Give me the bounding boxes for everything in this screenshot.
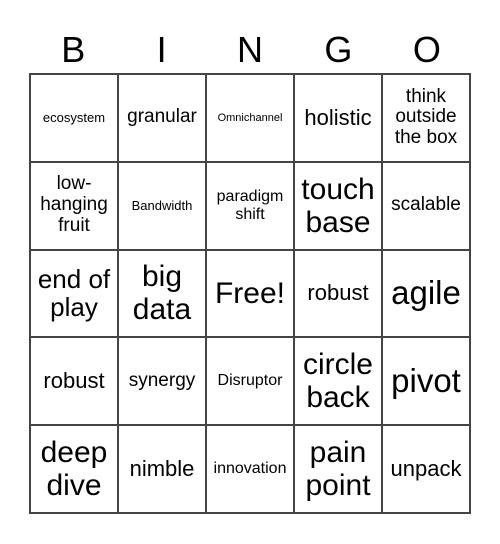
free-space-cell[interactable]: Free! xyxy=(206,249,294,338)
bingo-cell[interactable]: ecosystem xyxy=(30,74,118,162)
header-letter-o: O xyxy=(412,29,441,70)
bingo-header: B I N G O xyxy=(29,30,471,70)
bingo-cell[interactable]: scalable xyxy=(382,161,470,250)
bingo-cell[interactable]: holistic xyxy=(294,74,382,162)
bingo-cell[interactable]: touch base xyxy=(294,161,382,250)
bingo-grid: ecosystem granular Omnichannel holistic … xyxy=(29,73,471,514)
bingo-cell[interactable]: paradigm shift xyxy=(206,161,294,250)
bingo-cell[interactable]: robust xyxy=(294,249,382,338)
bingo-cell[interactable]: Bandwidth xyxy=(118,161,206,250)
bingo-cell[interactable]: synergy xyxy=(118,337,206,426)
header-letter-i: I xyxy=(156,29,167,70)
bingo-cell[interactable]: end of play xyxy=(30,249,118,338)
bingo-cell[interactable]: robust xyxy=(30,337,118,426)
bingo-cell[interactable]: Disruptor xyxy=(206,337,294,426)
bingo-cell[interactable]: big data xyxy=(118,249,206,338)
bingo-cell[interactable]: pivot xyxy=(382,337,470,426)
bingo-cell[interactable]: unpack xyxy=(382,425,470,513)
bingo-cell[interactable]: granular xyxy=(118,74,206,162)
bingo-cell[interactable]: low-hanging fruit xyxy=(30,161,118,250)
header-letter-n: N xyxy=(237,29,264,70)
bingo-cell[interactable]: innovation xyxy=(206,425,294,513)
header-letter-g: G xyxy=(324,29,353,70)
bingo-cell[interactable]: think outside the box xyxy=(382,74,470,162)
bingo-cell[interactable]: agile xyxy=(382,249,470,338)
bingo-cell[interactable]: circle back xyxy=(294,337,382,426)
bingo-cell[interactable]: Omnichannel xyxy=(206,74,294,162)
bingo-cell[interactable]: deep dive xyxy=(30,425,118,513)
bingo-cell[interactable]: pain point xyxy=(294,425,382,513)
header-letter-b: B xyxy=(61,29,86,70)
bingo-cell[interactable]: nimble xyxy=(118,425,206,513)
